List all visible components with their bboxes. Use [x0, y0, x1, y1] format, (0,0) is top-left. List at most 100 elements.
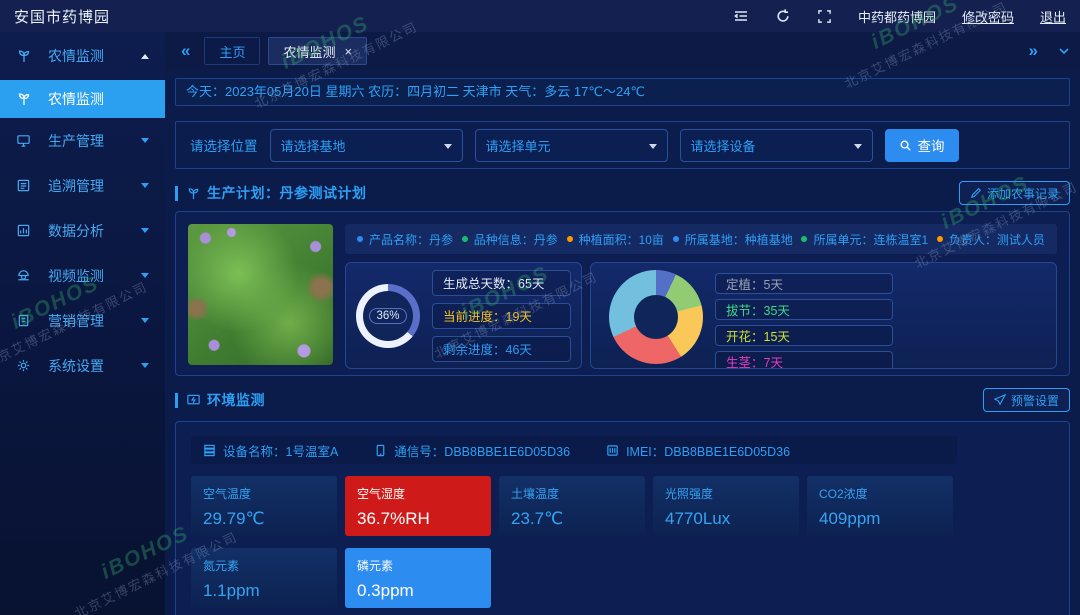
sprout-icon — [16, 48, 32, 64]
sidebar-subitem-agri-monitor[interactable]: 农情监测 — [0, 80, 165, 118]
tabs-menu-chevron-icon[interactable] — [1058, 45, 1070, 57]
filter-location-label: 请选择位置 — [190, 135, 258, 155]
app-title: 安国市药博园 — [14, 6, 110, 27]
bullet-dot — [567, 236, 573, 242]
search-button[interactable]: 查询 — [885, 129, 959, 162]
document-icon — [16, 313, 32, 329]
main-content: « 主页 农情监测 × » 今天：2023年05月20日 星期六 农历：四月初二… — [165, 32, 1080, 615]
content-area: 今天：2023年05月20日 星期六 农历：四月初二 天津市 天气：多云 17℃… — [165, 78, 1080, 615]
chevron-down-icon — [141, 138, 149, 143]
send-icon — [994, 394, 1006, 406]
bullet-dot — [357, 236, 363, 242]
sensor-card-co2[interactable]: CO2浓度 409ppm — [807, 476, 953, 536]
tabs-scroll-right-icon[interactable]: » — [1023, 41, 1044, 61]
camera-icon — [16, 268, 32, 284]
stage-bajie: 拔节：35天 — [715, 299, 893, 320]
tabbar: « 主页 农情监测 × » — [165, 32, 1080, 70]
device-name: 设备名称：1号温室A — [203, 441, 338, 460]
progress-stats: 生成总天数：65天 当前进度：19天 剩余进度：46天 — [432, 270, 571, 362]
accent-bar — [175, 186, 178, 201]
sprout-icon — [16, 91, 32, 107]
gear-icon — [16, 358, 32, 374]
park-name-link[interactable]: 中药都药博园 — [858, 7, 936, 26]
logout-link[interactable]: 退出 — [1040, 7, 1066, 26]
server-icon — [203, 444, 216, 457]
tab-label: 主页 — [219, 42, 245, 61]
pen-icon — [970, 187, 982, 199]
alert-settings-button[interactable]: 预警设置 — [983, 388, 1070, 412]
sensor-grid: 空气温度 29.79℃ 空气湿度 36.7%RH 土壤温度 23.7℃ 光照强度… — [191, 476, 961, 608]
env-monitor-icon — [186, 393, 201, 408]
sensor-card-soil-temp[interactable]: 土壤温度 23.7℃ — [499, 476, 645, 536]
sidebar-item-data-analysis[interactable]: 数据分析 — [0, 208, 165, 253]
sensor-card-air-humidity[interactable]: 空气湿度 36.7%RH — [345, 476, 491, 536]
stat-total-days: 生成总天数：65天 — [432, 270, 571, 296]
sidebar-item-label: 视频监测 — [48, 266, 104, 286]
tab-label: 农情监测 — [283, 42, 335, 61]
base-select[interactable]: 请选择基地 — [270, 129, 463, 162]
refresh-icon[interactable] — [775, 8, 791, 24]
select-placeholder: 请选择基地 — [281, 136, 346, 155]
chevron-up-icon — [141, 54, 149, 59]
bullet-dot — [673, 236, 679, 242]
device-info-bar: 设备名称：1号温室A 通信号：DBB8BBE1E6D05D36 IMEI：DBB… — [191, 436, 957, 464]
device-select[interactable]: 请选择设备 — [680, 129, 873, 162]
info-variety: 品种信息：丹参 — [462, 231, 558, 248]
add-farm-record-button[interactable]: 添加农事记录 — [959, 181, 1070, 205]
search-icon — [899, 139, 912, 152]
sidebar-item-video[interactable]: 视频监测 — [0, 253, 165, 298]
change-password-link[interactable]: 修改密码 — [962, 7, 1014, 26]
tabbar-right: » — [1023, 41, 1070, 61]
date-weather-bar: 今天：2023年05月20日 星期六 农历：四月初二 天津市 天气：多云 17℃… — [175, 78, 1070, 106]
progress-ring: 36% — [356, 284, 420, 348]
phone-icon — [374, 444, 387, 457]
info-area: 种植面积：10亩 — [567, 231, 664, 248]
chevron-down-icon — [141, 363, 149, 368]
tabs-scroll-left-icon[interactable]: « — [175, 41, 196, 61]
chevron-down-icon — [141, 228, 149, 233]
sidebar-item-marketing[interactable]: 营销管理 — [0, 298, 165, 343]
stages-subpanel: 定植：5天 拔节：35天 开花：15天 生茎：7天 — [590, 262, 1057, 369]
sidebar-item-settings[interactable]: 系统设置 — [0, 343, 165, 388]
tab-home[interactable]: 主页 — [204, 37, 260, 65]
sensor-card-phosphorus[interactable]: 磷元素 0.3ppm — [345, 548, 491, 608]
stat-current-progress: 当前进度：19天 — [432, 303, 571, 329]
chevron-down-icon — [854, 144, 862, 149]
stat-remaining-progress: 剩余进度：46天 — [432, 336, 571, 362]
unit-select[interactable]: 请选择单元 — [475, 129, 668, 162]
section-title: 生产计划：丹参测试计划 — [207, 183, 367, 203]
sidebar-item-agri-monitor-root[interactable]: 农情监测 — [0, 32, 165, 80]
select-placeholder: 请选择单元 — [486, 136, 551, 155]
sidebar-item-label: 数据分析 — [48, 221, 104, 241]
stage-dingzhi: 定植：5天 — [715, 273, 893, 294]
sidebar-item-label: 生产管理 — [48, 131, 104, 151]
sensor-card-air-temp[interactable]: 空气温度 29.79℃ — [191, 476, 337, 536]
progress-percent: 36% — [369, 308, 406, 324]
chevron-down-icon — [649, 144, 657, 149]
info-product-name: 产品名称：丹参 — [357, 231, 453, 248]
sidebar-item-trace[interactable]: 追溯管理 — [0, 163, 165, 208]
fullscreen-icon[interactable] — [817, 9, 832, 24]
device-comm-number: 通信号：DBB8BBE1E6D05D36 — [374, 441, 570, 460]
sidebar: 农情监测 农情监测 生产管理 追溯管理 数据 — [0, 32, 165, 615]
info-unit: 所属单元：连栋温室1 — [801, 231, 928, 248]
environment-panel: 设备名称：1号温室A 通信号：DBB8BBE1E6D05D36 IMEI：DBB… — [175, 421, 1070, 615]
monitor-icon — [16, 133, 32, 149]
plant-photo — [188, 224, 333, 365]
production-panel: 产品名称：丹参 品种信息：丹参 种植面积：10亩 所属基地：种植基地 所属单元：… — [175, 211, 1070, 376]
sidebar-item-production[interactable]: 生产管理 — [0, 118, 165, 163]
device-imei: IMEI：DBB8BBE1E6D05D36 — [606, 441, 790, 460]
sidebar-item-label: 追溯管理 — [48, 176, 104, 196]
tab-agri-monitor[interactable]: 农情监测 × — [268, 37, 367, 65]
sim-barcode-icon — [606, 444, 619, 457]
chevron-down-icon — [141, 273, 149, 278]
sensor-card-light[interactable]: 光照强度 4770Lux — [653, 476, 799, 536]
chevron-down-icon — [141, 318, 149, 323]
screen: 安国市药博园 中药都药博园 修改密码 退出 农情监测 — [0, 0, 1080, 615]
close-icon[interactable]: × — [345, 44, 353, 59]
section-title: 环境监测 — [207, 390, 265, 410]
production-detail: 产品名称：丹参 品种信息：丹参 种植面积：10亩 所属基地：种植基地 所属单元：… — [345, 224, 1057, 363]
collapse-menu-icon[interactable] — [733, 8, 749, 24]
bullet-dot — [937, 236, 943, 242]
sensor-card-nitrogen[interactable]: 氮元素 1.1ppm — [191, 548, 337, 608]
